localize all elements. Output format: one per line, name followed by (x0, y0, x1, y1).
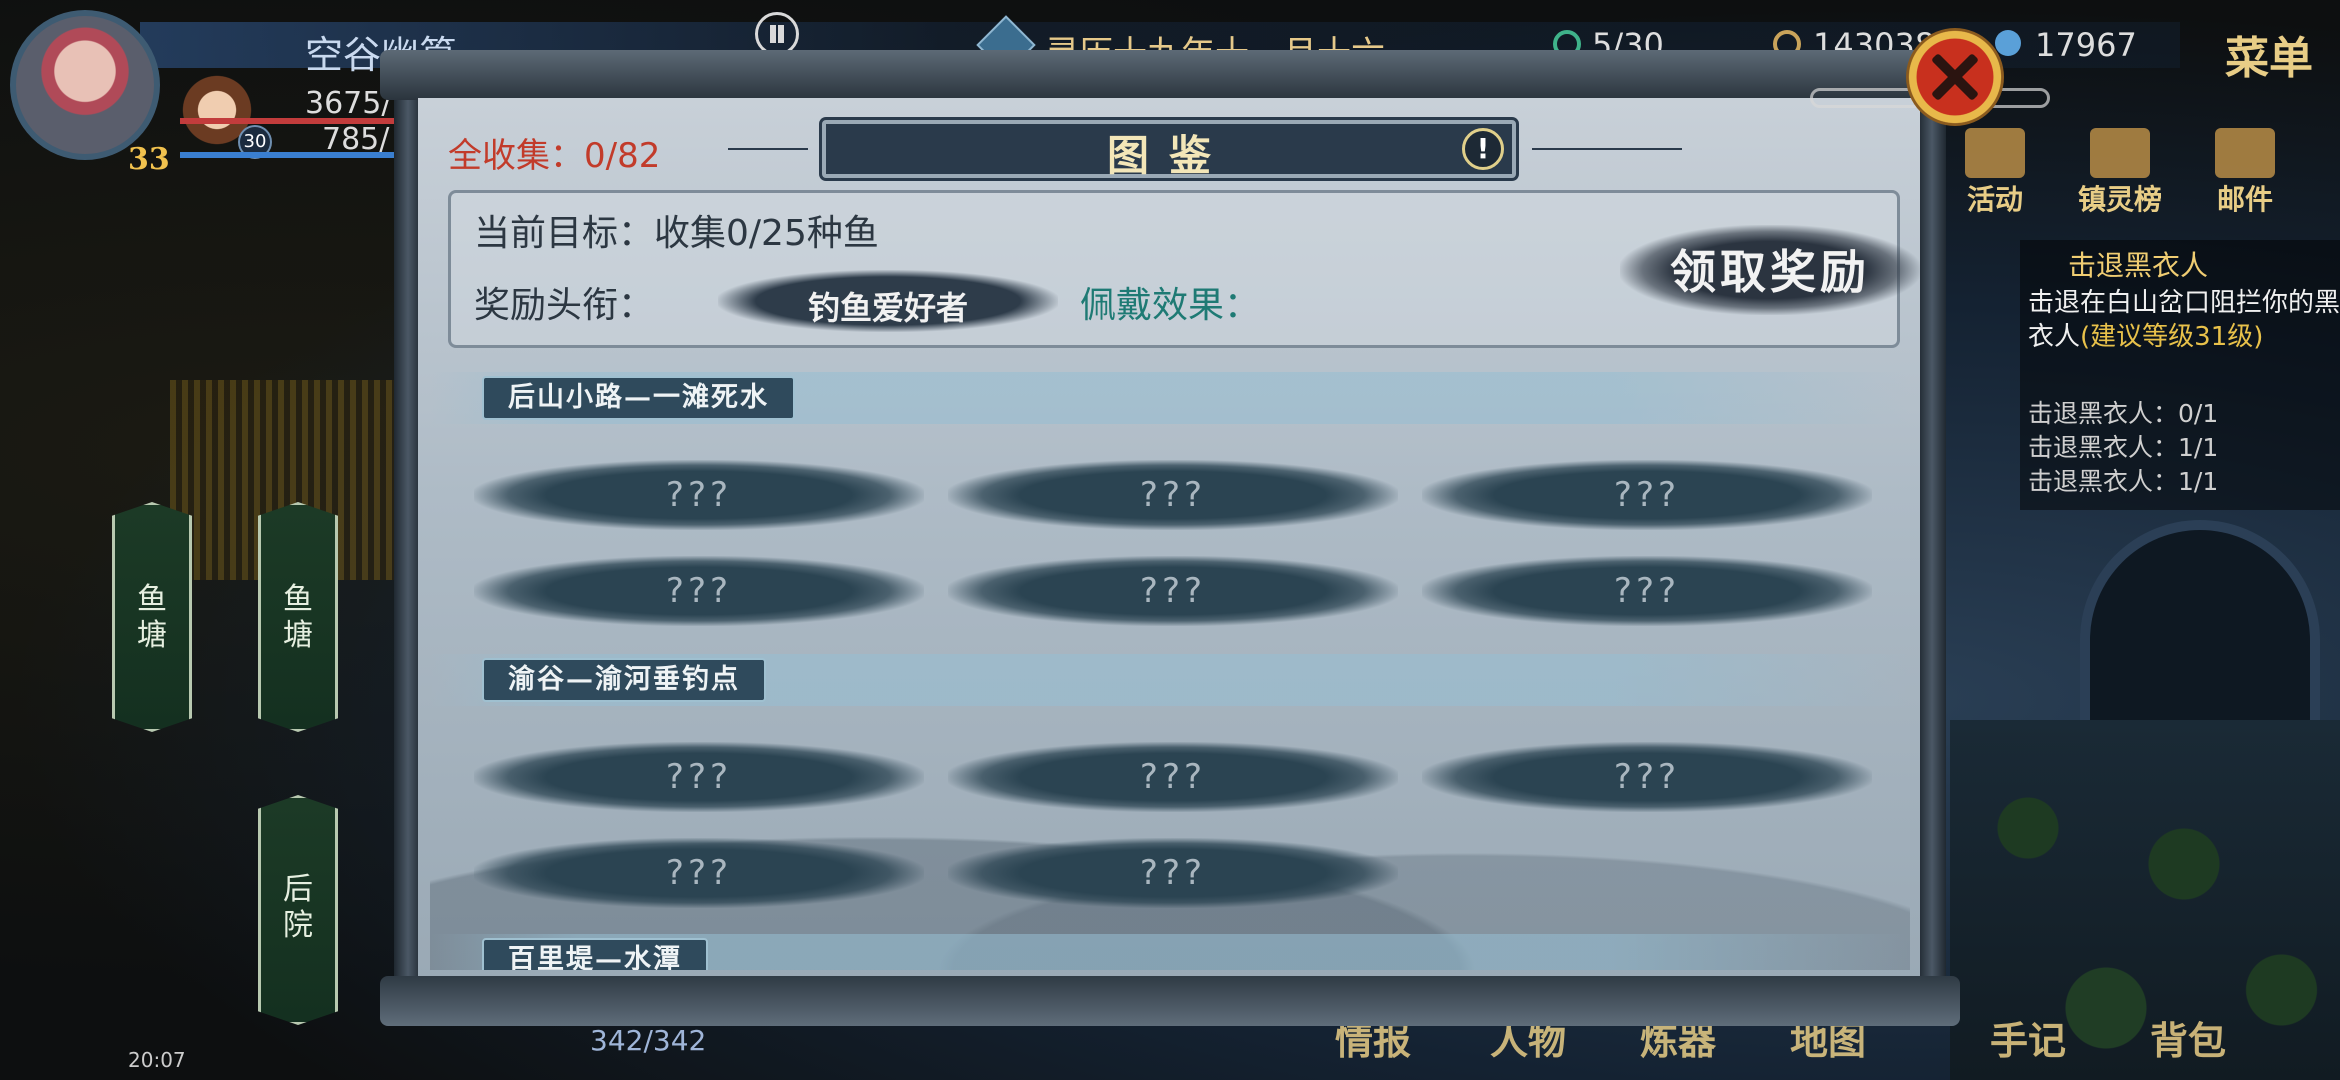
scroll-right-post (1918, 60, 1946, 1010)
fish-slot[interactable]: ??? (948, 556, 1398, 626)
fish-codex-list[interactable]: 后山小路—一滩死水 ??? ??? ??? ??? ??? ??? 渝谷—渝河垂… (430, 358, 1910, 970)
fish-slot[interactable]: ??? (948, 838, 1398, 908)
scroll-bottom-rod (380, 976, 1960, 1026)
fish-slot[interactable]: ??? (474, 742, 924, 812)
fish-slot-label: ??? (1613, 475, 1681, 515)
fish-slot[interactable]: ??? (1422, 556, 1872, 626)
quest-level-hint: (建议等级31级 (2080, 322, 2254, 352)
nav-journal[interactable]: 手记 (1990, 1010, 2066, 1065)
fish-slot[interactable]: ??? (474, 460, 924, 530)
ranking-label: 镇灵榜 (2077, 183, 2162, 216)
activity-button[interactable]: 活动 (1940, 128, 2050, 218)
fish-slot-label: ??? (1613, 757, 1681, 797)
current-target: 当前目标：收集0/25种鱼 (474, 213, 879, 254)
gem-icon (1995, 30, 2021, 56)
modal-title: 图鉴 (1106, 131, 1231, 180)
fish-slot-label: ??? (1613, 571, 1681, 611)
fish-slot[interactable]: ??? (474, 556, 924, 626)
wear-effect-label: 佩戴效果： (1080, 285, 1261, 326)
clock-time: 20:07 (128, 1048, 186, 1072)
section-title: 后山小路—一滩死水 (482, 376, 795, 420)
fish-slot-label: ??? (665, 853, 733, 893)
gift-icon (1965, 128, 2025, 178)
quest-description: 击退在白山岔口阻拦你的黑衣人(建议等级31级) (2028, 286, 2340, 354)
ranking-button[interactable]: 镇灵榜 (2065, 128, 2175, 218)
fish-slot[interactable]: ??? (948, 742, 1398, 812)
fish-slot-label: ??? (665, 571, 733, 611)
section-title: 百里堤—水潭 (482, 938, 708, 970)
quest-level-hint-end: ) (2253, 322, 2264, 352)
activity-label: 活动 (1966, 183, 2023, 216)
info-button[interactable]: ! (1462, 128, 1504, 170)
title-divider-right (1532, 148, 1682, 150)
collection-total: 全收集：0/82 (448, 136, 661, 176)
fish-slot[interactable]: ??? (1422, 742, 1872, 812)
fish-slot-label: ??? (1139, 571, 1207, 611)
nav-bag[interactable]: 背包 (2150, 1010, 2226, 1065)
quest-objective: 击退黑衣人：0/1 (2028, 399, 2219, 428)
menu-button[interactable]: 菜单 (2225, 22, 2313, 86)
player-level: 33 (128, 142, 170, 177)
scroll-icon (2215, 128, 2275, 178)
fish-slot-label: ??? (1139, 757, 1207, 797)
quest-objective: 击退黑衣人：1/1 (2028, 467, 2219, 496)
fish-slot[interactable]: ??? (948, 460, 1398, 530)
fish-slot-label: ??? (1139, 475, 1207, 515)
claim-reward-label[interactable]: 领取奖励 (1620, 236, 1920, 302)
close-button[interactable] (1906, 28, 2004, 126)
fish-slot-label: ??? (665, 475, 733, 515)
map-node-label: 鱼塘 (283, 582, 313, 653)
player-avatar[interactable] (10, 10, 160, 160)
fish-slot-label: ??? (1139, 853, 1207, 893)
map-node-label: 后院 (283, 872, 313, 943)
reward-title-label: 奖励头衔： (474, 285, 655, 326)
quest-title[interactable]: 击退黑衣人 (2068, 244, 2208, 284)
mail-button[interactable]: 邮件 (2190, 128, 2300, 218)
reward-title-name: 钓鱼爱好者 (807, 289, 968, 327)
mp-bar (180, 152, 395, 158)
section-title: 渝谷—渝河垂钓点 (482, 658, 766, 702)
title-divider-left (728, 148, 808, 150)
gem-value: 17967 (2035, 26, 2137, 64)
hp-value: 3675/ (305, 86, 392, 121)
fish-slot[interactable]: ??? (1422, 460, 1872, 530)
map-node-label: 鱼塘 (137, 582, 167, 653)
fish-slot-label: ??? (665, 757, 733, 797)
quest-objective: 击退黑衣人：1/1 (2028, 433, 2219, 462)
scroll-top-rod (380, 50, 1960, 100)
fish-slot[interactable]: ??? (474, 838, 924, 908)
energy-value: 342/342 (590, 1024, 707, 1057)
mail-label: 邮件 (2216, 183, 2273, 216)
pagoda-icon (2090, 128, 2150, 178)
